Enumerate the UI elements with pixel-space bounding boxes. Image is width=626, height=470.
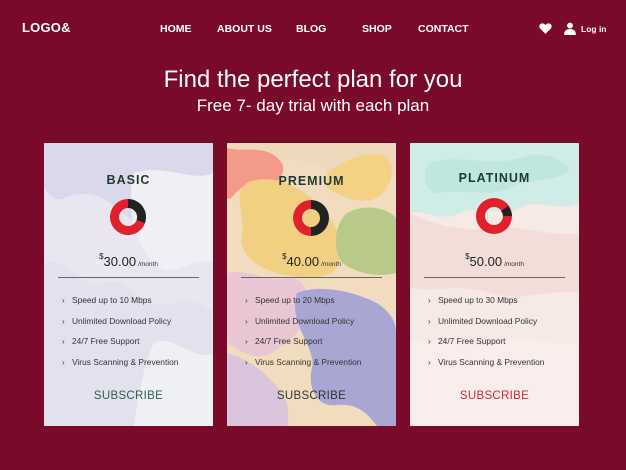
user-icon[interactable] bbox=[564, 22, 576, 35]
chevron-right-icon: › bbox=[245, 296, 248, 305]
price-amount: 30.00 bbox=[103, 254, 137, 269]
feature-text: Virus Scanning & Prevention bbox=[72, 356, 179, 367]
plan-price: $40.00/month bbox=[227, 252, 396, 269]
feature-list: › Speed up to 30 Mbps › Unlimited Download… bbox=[428, 294, 544, 376]
list-item: › 24/7 Free Support bbox=[245, 335, 361, 356]
chevron-right-icon: › bbox=[245, 357, 248, 367]
plan-chart-icon bbox=[110, 199, 146, 235]
nav-about-us[interactable]: ABOUT US bbox=[217, 23, 272, 35]
card-background bbox=[410, 143, 579, 426]
list-item: › Virus Scanning & Prevention bbox=[62, 356, 178, 377]
list-item: › Virus Scanning & Prevention bbox=[245, 356, 361, 377]
chevron-right-icon: › bbox=[245, 316, 248, 326]
chevron-right-icon: › bbox=[62, 337, 65, 347]
feature-list: › Speed up to 20 Mbps › Unlimited Download… bbox=[245, 294, 361, 376]
nav-home[interactable]: HOME bbox=[160, 23, 192, 35]
list-item: › Unlimited Download Policy bbox=[245, 315, 361, 336]
subscribe-button-premium[interactable]: SUBSCRIBE bbox=[227, 390, 396, 402]
navbar: LOGO& HOME ABOUT US BLOG SHOP CONTACT Lo… bbox=[0, 0, 626, 58]
login-link[interactable]: Log in bbox=[581, 24, 607, 34]
price-amount: 40.00 bbox=[286, 254, 320, 269]
feature-text: Speed up to 10 Mbps bbox=[72, 295, 152, 305]
chevron-right-icon: › bbox=[62, 357, 65, 367]
divider bbox=[241, 277, 382, 278]
plan-price: $50.00/month bbox=[410, 252, 579, 269]
chevron-right-icon: › bbox=[62, 296, 65, 305]
nav-shop[interactable]: SHOP bbox=[362, 23, 392, 35]
page-title: Find the perfect plan for you bbox=[163, 66, 463, 93]
price-currency: $ bbox=[282, 252, 287, 261]
divider bbox=[58, 277, 199, 278]
chevron-right-icon: › bbox=[245, 337, 248, 347]
feature-text: Unlimited Download Policy bbox=[255, 315, 355, 326]
feature-text: 24/7 Free Support bbox=[255, 336, 323, 347]
price-currency: $ bbox=[465, 252, 470, 261]
feature-text: Speed up to 20 Mbps bbox=[255, 295, 335, 305]
plan-card-premium: PREMIUM $40.00/month › Speed up to 20 Mbp… bbox=[227, 143, 396, 426]
list-item: › 24/7 Free Support bbox=[428, 335, 544, 356]
feature-text: Virus Scanning & Prevention bbox=[255, 356, 362, 367]
list-item: › Unlimited Download Policy bbox=[428, 315, 544, 336]
nav-contact[interactable]: CONTACT bbox=[418, 23, 469, 35]
plan-chart-icon bbox=[476, 198, 512, 234]
plan-name: PLATINUM bbox=[458, 171, 531, 185]
plan-chart-icon bbox=[293, 200, 329, 236]
chevron-right-icon: › bbox=[62, 316, 65, 326]
subscribe-button-basic[interactable]: SUBSCRIBE bbox=[44, 390, 213, 402]
chevron-right-icon: › bbox=[428, 337, 431, 347]
feature-text: Virus Scanning & Prevention bbox=[438, 356, 545, 367]
feature-text: 24/7 Free Support bbox=[438, 336, 506, 347]
plan-name: PREMIUM bbox=[278, 174, 345, 188]
chevron-right-icon: › bbox=[428, 296, 431, 305]
price-period: /month bbox=[138, 261, 158, 268]
list-item: › 24/7 Free Support bbox=[62, 335, 178, 356]
chevron-right-icon: › bbox=[428, 357, 431, 367]
feature-text: Speed up to 30 Mbps bbox=[438, 295, 518, 305]
list-item: › Speed up to 10 Mbps bbox=[62, 294, 178, 315]
list-item: › Speed up to 30 Mbps bbox=[428, 294, 544, 315]
plan-name: BASIC bbox=[106, 173, 151, 187]
plan-price: $30.00/month bbox=[44, 252, 213, 269]
plan-card-basic: BASIC $30.00/month › Speed up to 10 Mbps … bbox=[44, 143, 213, 426]
price-period: /month bbox=[504, 261, 524, 268]
feature-text: Unlimited Download Policy bbox=[72, 315, 172, 326]
logo[interactable]: LOGO& bbox=[22, 20, 71, 35]
page-subtitle: Free 7- day trial with each plan bbox=[196, 96, 430, 115]
heart-icon[interactable] bbox=[539, 22, 552, 35]
price-currency: $ bbox=[99, 252, 104, 261]
plan-card-platinum: PLATINUM $50.00/month › Speed up to 30 Mb… bbox=[410, 143, 579, 426]
price-amount: 50.00 bbox=[469, 254, 503, 269]
list-item: › Unlimited Download Policy bbox=[62, 315, 178, 336]
chevron-right-icon: › bbox=[428, 316, 431, 326]
list-item: › Speed up to 20 Mbps bbox=[245, 294, 361, 315]
feature-text: 24/7 Free Support bbox=[72, 336, 140, 347]
nav-blog[interactable]: BLOG bbox=[296, 23, 326, 35]
feature-text: Unlimited Download Policy bbox=[438, 315, 538, 326]
subscribe-button-platinum[interactable]: SUBSCRIBE bbox=[410, 390, 579, 402]
feature-list: › Speed up to 10 Mbps › Unlimited Download… bbox=[62, 294, 178, 376]
price-period: /month bbox=[321, 261, 341, 268]
divider bbox=[424, 277, 565, 278]
list-item: › Virus Scanning & Prevention bbox=[428, 356, 544, 377]
